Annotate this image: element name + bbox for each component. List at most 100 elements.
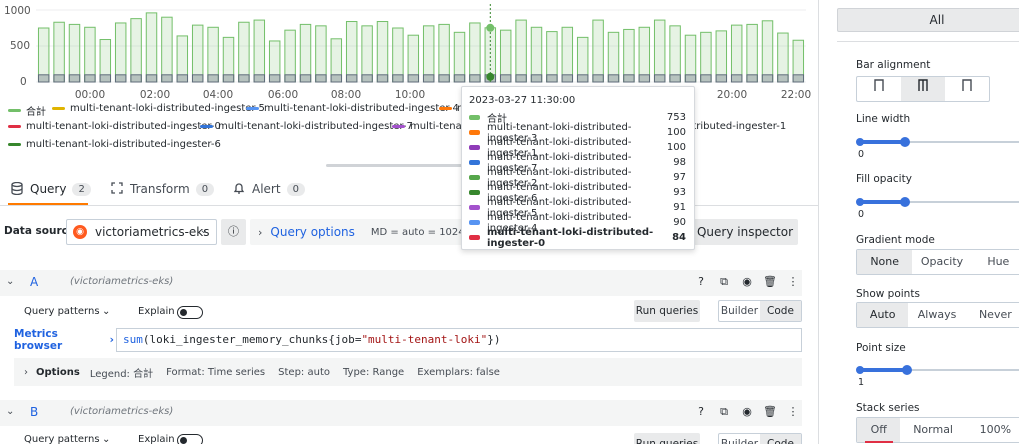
bar-align-center-icon[interactable] xyxy=(901,77,945,101)
code-mode-button[interactable]: Code xyxy=(760,301,801,321)
y-tick-label: 1000 xyxy=(4,5,31,17)
drag-handle-icon[interactable]: ⋮ xyxy=(786,275,800,289)
point-size-slider[interactable] xyxy=(856,364,1019,376)
bar-total xyxy=(361,25,373,83)
legend-label: multi-tenan xyxy=(410,121,469,132)
tooltip-value: 91 xyxy=(673,202,686,213)
help-icon[interactable]: ? xyxy=(694,275,708,289)
legend-item[interactable]: 合計 xyxy=(8,103,46,118)
query-b-header[interactable]: ⌄ B (victoriametrics-eks) ? ⧉ ◉ 🗑 ⋮ xyxy=(0,400,802,426)
stack-off-label: Off xyxy=(870,423,887,436)
tab-query-count: 2 xyxy=(72,182,91,196)
trash-icon[interactable]: 🗑 xyxy=(763,275,777,289)
x-tick-label: 08:00 xyxy=(330,89,362,101)
bar-ingester xyxy=(453,74,466,83)
metrics-browser-label: Metrics browser xyxy=(14,328,63,352)
legend-item[interactable]: multi-tenant-loki-distributed-ingester-6 xyxy=(8,139,221,150)
bar-total xyxy=(161,16,173,83)
datasource-help-button[interactable]: ⓘ xyxy=(221,219,246,245)
eye-icon[interactable]: ◉ xyxy=(740,405,754,419)
bar-total xyxy=(207,26,219,83)
query-datasource-name: (victoriametrics-eks) xyxy=(70,406,174,417)
query-inspector-button[interactable]: Query inspector xyxy=(692,219,798,245)
chevron-down-icon[interactable]: ⌄ xyxy=(102,434,110,444)
copy-icon[interactable]: ⧉ xyxy=(717,275,731,289)
datasource-select[interactable]: ◉ victoriametrics-eks ⌄ xyxy=(66,219,217,245)
query-patterns-label[interactable]: Query patterns xyxy=(24,306,100,317)
query-editor-pane: 1000 500 0 00:00 02:00 04:00 06:00 08:00… xyxy=(0,0,826,444)
bar-ingester xyxy=(746,74,758,83)
points-auto-option[interactable]: Auto xyxy=(857,303,909,327)
builder-mode-button[interactable]: Builder xyxy=(719,301,760,321)
gradient-hue-option[interactable]: Hue xyxy=(972,250,1019,274)
chevron-down-icon[interactable]: ⌄ xyxy=(6,276,14,287)
bar-ingester xyxy=(191,74,204,83)
tab-transform[interactable]: Transform 0 xyxy=(110,182,215,196)
builder-mode-button[interactable]: Builder xyxy=(719,434,760,444)
code-mode-button[interactable]: Code xyxy=(760,434,801,444)
legend-item[interactable]: multi-tenant-loki-distributed-ingester-5 xyxy=(52,103,265,114)
y-tick-label: 0 xyxy=(20,76,27,88)
tooltip-time: 2023-03-27 11:30:00 xyxy=(469,95,576,106)
bar-total xyxy=(422,25,435,83)
fill-opacity-slider[interactable] xyxy=(856,196,1019,208)
tooltip-row: multi-tenant-loki-distributed-ingester-0… xyxy=(469,227,686,249)
legend-item[interactable]: multi-tenant-loki-distributed-ingester-4 xyxy=(246,103,459,114)
bar-ingester xyxy=(145,74,158,83)
explain-toggle[interactable] xyxy=(177,434,203,444)
all-options-button[interactable]: All xyxy=(837,8,1019,32)
chevron-down-icon[interactable]: ⌄ xyxy=(6,406,14,417)
gradient-mode-label: Gradient mode xyxy=(856,234,935,246)
query-actions: ? ⧉ ◉ 🗑 ⋮ xyxy=(694,405,800,419)
bar-ingester xyxy=(176,74,189,83)
gradient-opacity-option[interactable]: Opacity xyxy=(912,250,971,274)
bar-ingester xyxy=(715,74,728,83)
tab-query[interactable]: Query 2 xyxy=(10,181,91,196)
bar-ingester xyxy=(392,74,404,83)
bar-ingester xyxy=(792,74,805,83)
tooltip-value: 84 xyxy=(672,232,686,243)
legend-item[interactable]: multi-tenant-loki-distributed-ingester-7 xyxy=(200,121,413,132)
points-never-option[interactable]: Never xyxy=(966,303,1019,327)
query-patterns-label[interactable]: Query patterns xyxy=(24,434,100,444)
chart-tooltip: 2023-03-27 11:30:00 合計 753 multi-tenant-l… xyxy=(461,86,695,250)
slider-thumb[interactable] xyxy=(900,137,910,147)
gradient-none-option[interactable]: None xyxy=(857,250,913,274)
query-options-summary[interactable]: › Options Legend: 合計 Format: Time series… xyxy=(14,358,802,386)
slider-thumb[interactable] xyxy=(902,365,912,375)
help-icon[interactable]: ? xyxy=(694,405,708,419)
run-queries-button[interactable]: Run queries xyxy=(634,433,700,444)
legend-item[interactable]: multi-tenan xyxy=(392,121,468,132)
stack-normal-option[interactable]: Normal xyxy=(900,418,965,442)
bar-ingester xyxy=(684,74,697,83)
legend-label: multi-tenant-loki-distributed-ingester-7 xyxy=(218,121,413,132)
metrics-browser-button[interactable]: Metrics browser › xyxy=(14,328,114,352)
transform-icon xyxy=(110,182,124,196)
stack-off-option[interactable]: Off xyxy=(857,418,901,443)
explain-toggle[interactable] xyxy=(177,306,203,319)
bar-ingester xyxy=(422,74,435,83)
stack-100-option[interactable]: 100% xyxy=(966,418,1019,442)
query-expression-input[interactable]: sum(loki_ingester_memory_chunks{job="mul… xyxy=(116,328,802,352)
query-a-header[interactable]: ⌄ A (victoriametrics-eks) ? ⧉ ◉ 🗑 ⋮ xyxy=(0,270,802,296)
bar-total xyxy=(376,21,389,83)
legend-item[interactable]: ntributed-ingester-1 xyxy=(686,121,786,132)
chevron-down-icon[interactable]: ⌄ xyxy=(102,306,110,317)
eye-icon[interactable]: ◉ xyxy=(740,275,754,289)
drag-handle-icon[interactable]: ⋮ xyxy=(786,405,800,419)
tab-alert[interactable]: Alert 0 xyxy=(232,182,305,196)
run-queries-button[interactable]: Run queries xyxy=(634,300,700,322)
toggle-knob xyxy=(180,309,187,316)
query-options-link[interactable]: Query options xyxy=(270,225,354,239)
copy-icon[interactable]: ⧉ xyxy=(717,405,731,419)
legend-item[interactable]: multi-tenant-loki-distributed-ingester-0 xyxy=(8,121,221,132)
line-width-slider[interactable] xyxy=(856,136,1019,148)
bar-align-before-icon[interactable] xyxy=(857,77,901,101)
database-icon xyxy=(10,181,24,196)
bar-total xyxy=(345,21,358,83)
trash-icon[interactable]: 🗑 xyxy=(763,405,777,419)
legend-swatch xyxy=(8,143,21,146)
bar-align-after-icon[interactable] xyxy=(945,77,989,101)
slider-thumb[interactable] xyxy=(900,197,910,207)
points-always-option[interactable]: Always xyxy=(908,303,965,327)
